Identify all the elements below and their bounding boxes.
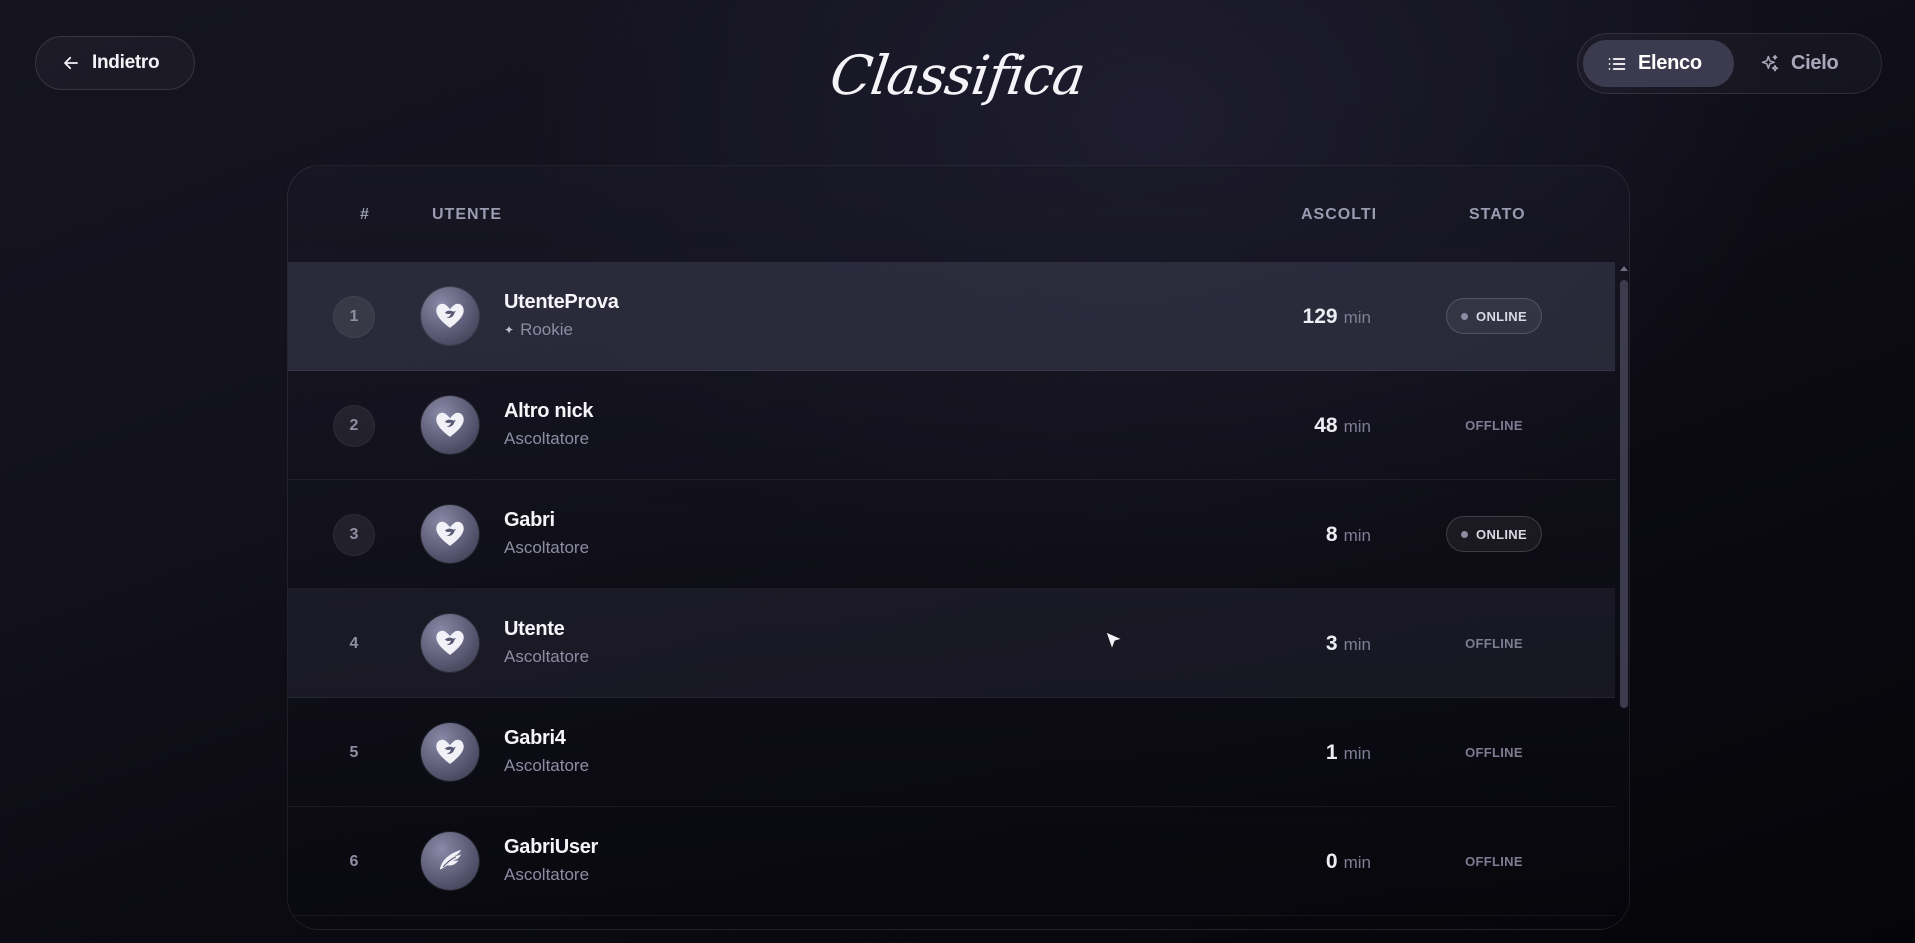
scroll-thumb[interactable] xyxy=(1620,280,1628,708)
avatar xyxy=(421,287,479,345)
table-row[interactable]: 1 UtenteProva ✦ Rookie 129 min ONLINE xyxy=(288,262,1615,371)
rank-number: 4 xyxy=(349,635,359,652)
table-row[interactable]: 6 GabriUser Ascoltatore 0 min OFFLINE xyxy=(288,807,1615,916)
status-label: OFFLINE xyxy=(1465,744,1523,760)
user-name: Gabri xyxy=(504,509,555,531)
leaderboard-panel: # UTENTE ASCOLTI STATO 1 UtenteProva ✦ R… xyxy=(287,165,1630,930)
listen-minutes: 48 min xyxy=(1314,414,1371,438)
user-name: Altro nick xyxy=(504,400,594,422)
status-dot-icon xyxy=(1461,312,1469,320)
listen-value: 3 xyxy=(1325,632,1338,655)
toggle-elenco[interactable]: Elenco xyxy=(1583,40,1734,87)
status-dot-icon xyxy=(1461,530,1469,538)
heart-bird-icon xyxy=(436,521,464,546)
rank-number: 5 xyxy=(349,744,359,761)
status-label: ONLINE xyxy=(1476,308,1527,324)
status-label: OFFLINE xyxy=(1465,417,1523,433)
table-row[interactable]: 2 Altro nick Ascoltatore 48 min OFFLINE xyxy=(288,371,1615,480)
column-status: STATO xyxy=(1469,206,1526,223)
status-badge: ONLINE xyxy=(1446,516,1542,552)
user-role-label: Rookie xyxy=(520,320,573,339)
toggle-cielo[interactable]: Cielo xyxy=(1734,40,1862,87)
user-role: Ascoltatore xyxy=(504,647,590,666)
listen-minutes: 3 min xyxy=(1326,632,1371,656)
avatar xyxy=(421,396,479,454)
listen-unit: min xyxy=(1343,526,1371,545)
column-listens: ASCOLTI xyxy=(1301,206,1378,223)
mouse-cursor-icon xyxy=(1105,631,1124,651)
avatar xyxy=(421,505,479,563)
list-icon xyxy=(1608,57,1626,70)
user-name: Utente xyxy=(504,618,565,640)
listen-unit: min xyxy=(1343,853,1371,872)
listen-minutes: 8 min xyxy=(1326,523,1371,547)
heart-bird-icon xyxy=(436,412,464,437)
avatar xyxy=(421,614,479,672)
user-name: Gabri4 xyxy=(504,727,566,749)
rank-badge: 1 xyxy=(333,296,375,338)
listen-value: 0 xyxy=(1325,850,1338,873)
avatar xyxy=(421,832,479,890)
wing-icon xyxy=(439,849,462,870)
heart-bird-icon xyxy=(436,739,464,764)
status-label: OFFLINE xyxy=(1465,853,1523,869)
status-label: OFFLINE xyxy=(1465,635,1523,651)
listen-minutes: 0 min xyxy=(1326,850,1371,874)
user-name: UtenteProva xyxy=(504,291,619,313)
table-row[interactable]: 5 Gabri4 Ascoltatore 1 min OFFLINE xyxy=(288,698,1615,807)
column-rank: # xyxy=(360,206,370,223)
scrollbar[interactable] xyxy=(1617,262,1629,929)
scroll-up-arrow-icon[interactable] xyxy=(1620,266,1628,271)
table-header: # UTENTE ASCOLTI STATO xyxy=(288,166,1629,262)
listen-unit: min xyxy=(1343,635,1371,654)
status-label: ONLINE xyxy=(1476,526,1527,542)
user-role: Ascoltatore xyxy=(504,756,590,775)
sparkles-icon xyxy=(1761,54,1779,71)
rank-number: 6 xyxy=(349,853,359,870)
listen-value: 1 xyxy=(1325,741,1338,764)
toggle-cielo-label: Cielo xyxy=(1791,52,1839,74)
table-body: 1 UtenteProva ✦ Rookie 129 min ONLINE 2 xyxy=(288,262,1615,929)
rank-badge: 2 xyxy=(333,405,375,447)
heart-bird-icon xyxy=(436,630,464,655)
user-role: Ascoltatore xyxy=(504,538,590,557)
table-row[interactable]: 3 Gabri Ascoltatore 8 min ONLINE xyxy=(288,480,1615,589)
listen-value: 48 xyxy=(1314,414,1338,437)
heart-bird-icon xyxy=(436,303,464,328)
listen-unit: min xyxy=(1343,744,1371,763)
listen-value: 8 xyxy=(1325,523,1338,546)
user-role: Ascoltatore xyxy=(504,429,590,448)
user-role: Ascoltatore xyxy=(504,865,590,884)
listen-minutes: 1 min xyxy=(1326,741,1371,765)
table-row[interactable]: 4 Utente Ascoltatore 3 min OFFLINE xyxy=(288,589,1615,698)
rank-badge: 3 xyxy=(333,514,375,556)
user-name: GabriUser xyxy=(504,836,599,858)
listen-value: 129 xyxy=(1302,305,1338,328)
toggle-elenco-label: Elenco xyxy=(1638,52,1702,74)
column-user: UTENTE xyxy=(432,206,502,223)
listen-unit: min xyxy=(1343,417,1371,436)
listen-unit: min xyxy=(1343,308,1371,327)
listen-minutes: 129 min xyxy=(1303,305,1371,329)
view-toggle: Elenco Cielo xyxy=(1577,33,1882,94)
status-badge: ONLINE xyxy=(1446,298,1542,334)
sparkle-icon: ✦ xyxy=(504,323,515,337)
avatar xyxy=(421,723,479,781)
user-role: ✦ Rookie xyxy=(504,320,573,340)
